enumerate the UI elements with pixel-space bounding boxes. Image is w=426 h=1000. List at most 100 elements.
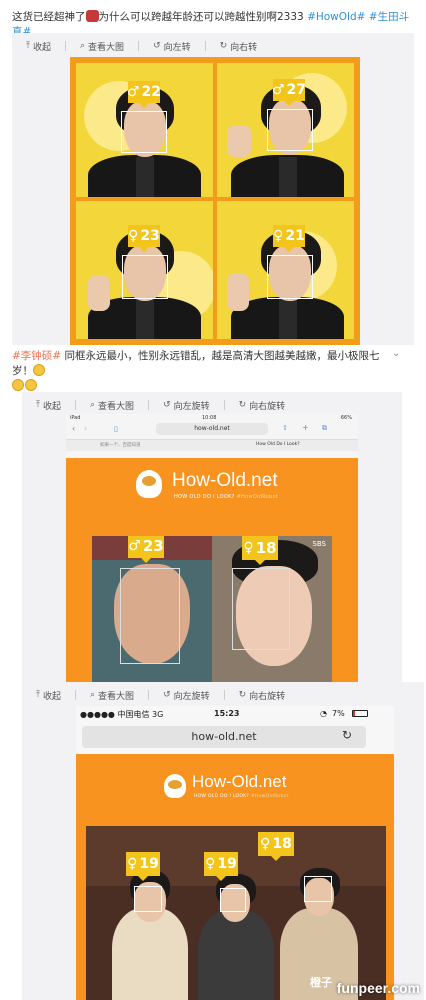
female-icon: ♀ <box>127 856 138 872</box>
ipad-screenshot-image[interactable]: iPad 10:08 66% ‹ › ▯ how-old.net ⇧ + ⧉ 如… <box>66 414 358 682</box>
female-icon: ♀ <box>128 228 139 244</box>
age-badge: ♀ 23 <box>128 225 160 252</box>
face-box <box>121 111 167 153</box>
phone-url-bar[interactable]: how-old.net <box>82 726 366 748</box>
collapse-icon: ⤒ <box>36 400 40 410</box>
face-box <box>267 255 313 299</box>
forward-arrow-icon[interactable]: › <box>84 424 87 433</box>
new-tab-icon[interactable]: + <box>302 423 309 432</box>
site-hashtag: #HowOldRobot <box>250 794 289 799</box>
tabs-icon[interactable]: ⧉ <box>322 424 327 433</box>
divider <box>223 690 225 700</box>
reload-icon[interactable]: ↻ <box>342 728 352 742</box>
rotate-left-button[interactable]: ↺ 向左旋转 <box>163 689 210 702</box>
rotate-left-button[interactable]: ↺ 向左旋转 <box>163 399 210 412</box>
male-icon: ♂ <box>128 538 141 554</box>
rotate-left-icon: ↺ <box>153 41 161 51</box>
divider <box>65 41 66 51</box>
site-watermark: funpeer.com <box>336 980 420 996</box>
sbs-logo: SBS <box>312 540 326 548</box>
corner-watermark-logo: 橙子 <box>310 976 332 989</box>
post-1-text-a: 这货已经超神了 <box>12 11 86 23</box>
age-badge: ♂ 23 <box>128 536 164 563</box>
ipad-tab-strip: 如果一个、百度知道 How Old Do I Look? <box>66 439 358 451</box>
site-hashtag: #HowOldRobot <box>236 494 279 500</box>
face-box <box>232 568 290 650</box>
collapse-button[interactable]: ⤒ 收起 <box>36 689 61 702</box>
ipad-url-bar[interactable]: how-old.net <box>156 423 268 435</box>
battery-icon <box>352 710 368 717</box>
collapse-button[interactable]: ⤒ 收起 <box>36 399 61 412</box>
rotate-right-button[interactable]: ↻ 向右旋转 <box>239 689 286 702</box>
rotate-right-icon: ↻ <box>238 690 247 700</box>
ipad-browser-chrome: iPad 10:08 66% ‹ › ▯ how-old.net ⇧ + ⧉ 如… <box>66 414 358 458</box>
male-icon: ♂ <box>271 82 285 98</box>
collapse-icon: ⤒ <box>26 41 30 51</box>
magnifier-icon: ⌕ <box>80 41 86 51</box>
age-badge: ♀ 19 <box>126 852 160 881</box>
rotate-left-button[interactable]: ↺ 向左转 <box>153 40 191 53</box>
face-box <box>267 109 313 151</box>
media-block-2: ⤒ 收起 ⌕ 查看大图 ↺ 向左旋转 ↻ 向右旋转 iPad 10:08 66% ‹ ›… <box>22 392 402 682</box>
age-badge: ♂ 27 <box>271 79 306 106</box>
age-badge: ♀ 21 <box>273 225 305 252</box>
collapse-icon: ⤒ <box>36 690 40 700</box>
chevron-down-icon[interactable]: ⌄ <box>392 348 400 359</box>
female-icon: ♀ <box>205 856 216 872</box>
post-1-text-b: 为什么可以跨越年龄还可以跨越性别啊2333 <box>98 11 308 23</box>
battery-percent: 7% <box>332 709 345 718</box>
age-badge: ♂ 22 <box>126 81 161 108</box>
back-arrow-icon[interactable]: ‹ <box>72 424 75 433</box>
site-title: How-Old.net <box>192 772 287 791</box>
share-icon[interactable]: ⇧ <box>282 424 288 432</box>
site-subtitle: HOW OLD DO I LOOK? <box>194 794 250 799</box>
rotate-right-icon: ↻ <box>219 41 228 51</box>
age-badge: ♀ 19 <box>204 852 238 881</box>
lock-rotation-icon: ◔ <box>320 709 327 718</box>
collage-cell-3: ♀ 23 <box>76 201 213 339</box>
magnifier-icon: ⌕ <box>90 690 96 700</box>
phone-browser-chrome: ●●●●● 中国电信 3G 15:23 ◔ 7% how-old.net ↻ <box>76 706 394 754</box>
collapse-button[interactable]: ⤒ 收起 <box>26 40 51 53</box>
bookmarks-icon[interactable]: ▯ <box>114 425 118 433</box>
face-box <box>304 876 332 902</box>
collage-cell-1: ♂ 22 <box>76 63 213 197</box>
rotate-left-icon: ↺ <box>163 400 171 410</box>
rotate-right-button[interactable]: ↻ 向右旋转 <box>239 399 286 412</box>
hashtag-howold-link[interactable]: #HowOld# <box>307 11 365 23</box>
media-toolbar-1: ⤒ 收起 ⌕ 查看大图 ↺ 向左转 ↻ 向右转 <box>12 35 414 57</box>
site-title: How-Old.net <box>172 470 278 491</box>
age-badge: ♀ 18 <box>258 832 294 861</box>
phone-screenshot-image[interactable]: ●●●●● 中国电信 3G 15:23 ◔ 7% how-old.net ↻ H… <box>76 706 394 1000</box>
tab-right[interactable]: How Old Do I Look? <box>256 442 300 447</box>
laugh-emoji-icon <box>25 379 37 391</box>
view-large-button[interactable]: ⌕ 查看大图 <box>80 40 124 53</box>
magnifier-icon: ⌕ <box>90 400 96 410</box>
female-icon: ♀ <box>273 228 284 244</box>
view-large-button[interactable]: ⌕ 查看大图 <box>90 689 134 702</box>
face-box <box>120 568 180 664</box>
media-block-1: ⤒ 收起 ⌕ 查看大图 ↺ 向左转 ↻ 向右转 ♂ 22 ♂ 27 ♀ 23 ♀… <box>12 33 414 345</box>
hashtag-lee-link[interactable]: #李钟硕# <box>12 350 61 362</box>
rotate-right-icon: ↻ <box>238 400 247 410</box>
lee-jongsuk-photo: ♂ 23 ♀ 18 SBS <box>92 536 332 682</box>
rotate-right-button[interactable]: ↻ 向右转 <box>220 40 258 53</box>
female-icon: ♀ <box>243 540 254 556</box>
howold-collage-image[interactable]: ♂ 22 ♂ 27 ♀ 23 ♀ 21 <box>70 57 360 345</box>
divider <box>148 400 150 410</box>
divider <box>75 690 76 700</box>
post-2-body: 同框永远最小，性别永远错乱，越是高清大图越美越嫩，最小极限七岁！ <box>12 350 380 377</box>
divider <box>148 690 150 700</box>
divider <box>223 400 225 410</box>
age-badge: ♀ 18 <box>242 536 278 565</box>
face-box <box>220 888 246 912</box>
devil-emoji-icon <box>85 10 99 22</box>
carrier-status: ●●●●● 中国电信 3G <box>80 710 164 719</box>
female-icon: ♀ <box>260 836 271 852</box>
male-icon: ♂ <box>126 84 140 100</box>
divider <box>204 41 206 51</box>
view-large-button[interactable]: ⌕ 查看大图 <box>90 399 134 412</box>
collage-cell-4: ♀ 21 <box>217 201 354 339</box>
tfboys-photo: ♀ 19 ♀ 19 ♀ 18 橙子 <box>86 826 386 1000</box>
tab-left[interactable]: 如果一个、百度知道 <box>100 442 141 448</box>
